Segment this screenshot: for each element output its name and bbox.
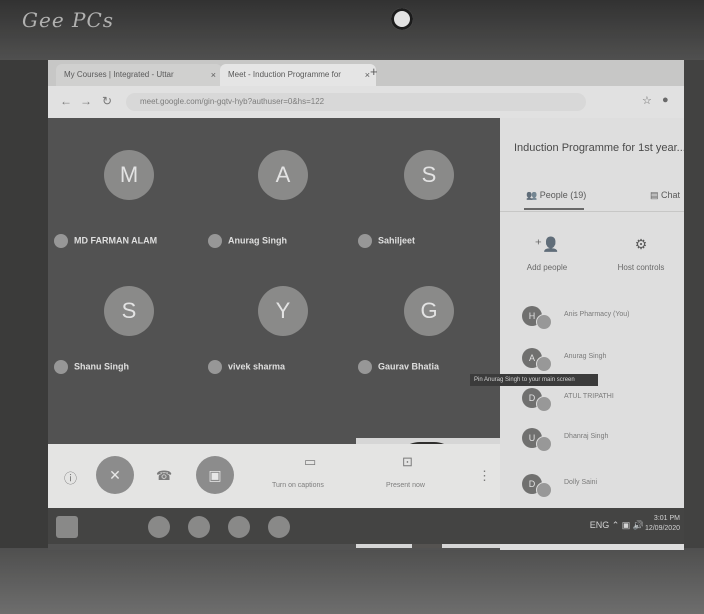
os-taskbar: ENG ⌃ ▣ 🔊 3:01 PM 12/09/2020 — [48, 508, 684, 544]
tab-label: My Courses | Integrated - Uttar — [64, 70, 174, 79]
participant-name: Sahiljeet — [378, 235, 416, 246]
taskbar-app-icon[interactable] — [228, 516, 250, 538]
mic-toggle-button[interactable]: ✕ — [96, 456, 134, 494]
avatar: Y — [258, 286, 308, 336]
participant-tile[interactable]: S Shanu Singh — [54, 286, 194, 396]
avatar: S — [404, 150, 454, 200]
people-list-item[interactable]: D Dolly Saini — [522, 474, 682, 500]
avatar: S — [104, 286, 154, 336]
browser-tab-meet[interactable]: Meet - Induction Programme for × — [220, 64, 376, 86]
new-tab-icon[interactable]: + — [370, 64, 378, 79]
add-person-icon: ⁺👤 — [534, 236, 560, 252]
participant-tile[interactable]: A Anurag Singh — [208, 150, 348, 260]
avatar: A — [258, 150, 308, 200]
system-clock[interactable]: 3:01 PM 12/09/2020 — [645, 514, 680, 534]
webcam-icon — [391, 8, 413, 30]
present-icon[interactable]: ⊡ — [402, 454, 413, 470]
more-options-icon[interactable]: ⋮ — [478, 468, 491, 484]
avatar: G — [404, 286, 454, 336]
browser-toolbar: ← → ↻ meet.google.com/gin-gqtv-hyb?authu… — [48, 86, 684, 118]
avatar: M — [104, 150, 154, 200]
url-bar[interactable]: meet.google.com/gin-gqtv-hyb?authuser=0&… — [126, 93, 586, 111]
meeting-details-icon[interactable]: ⓘ — [64, 468, 77, 487]
mic-off-icon — [358, 234, 372, 248]
participant-name: Anurag Singh — [228, 235, 287, 246]
bookmark-star-icon[interactable]: ☆ — [642, 94, 652, 107]
mic-off-icon — [54, 234, 68, 248]
active-tab-indicator — [524, 208, 584, 210]
participant-tile[interactable]: S Sahiljeet — [358, 150, 498, 260]
monitor-bezel-right — [684, 60, 704, 614]
add-people-button[interactable]: ⁺👤 Add people — [512, 236, 582, 272]
participant-name: vivek sharma — [228, 361, 286, 372]
close-icon[interactable]: × — [211, 64, 216, 86]
browser-tabstrip: My Courses | Integrated - Uttar × Meet -… — [48, 60, 684, 86]
system-tray[interactable]: ENG ⌃ ▣ 🔊 — [590, 520, 644, 531]
meeting-title: Induction Programme for 1st year... — [514, 142, 684, 154]
tab-chat[interactable]: ▤ Chat — [650, 190, 680, 201]
meet-call-controls: ⓘ ✕ ☎ ▣ ▭ Turn on captions ⊡ Present now… — [48, 444, 500, 508]
participant-name: Gaurav Bhatia — [378, 361, 440, 372]
taskbar-app-icon[interactable] — [148, 516, 170, 538]
participant-tile[interactable]: M MD FARMAN ALAM — [54, 150, 194, 260]
participant-name: Shanu Singh — [74, 361, 129, 372]
taskbar-app-icon[interactable] — [188, 516, 210, 538]
start-button-icon[interactable] — [56, 516, 78, 538]
mic-off-icon — [208, 234, 222, 248]
pin-tooltip: Pin Anurag Singh to your main screen — [470, 374, 598, 386]
browser-tab-courses[interactable]: My Courses | Integrated - Uttar × — [56, 64, 222, 86]
participant-tile[interactable]: Y vivek sharma — [208, 286, 348, 396]
captions-icon[interactable]: ▭ — [304, 454, 316, 470]
mic-off-icon — [54, 360, 68, 374]
profile-avatar-icon[interactable]: ● — [662, 94, 669, 106]
leave-call-icon[interactable]: ☎ — [156, 468, 172, 484]
screen: My Courses | Integrated - Uttar × Meet -… — [48, 60, 684, 550]
monitor-bezel-bottom — [0, 548, 704, 614]
reload-icon[interactable]: ↻ — [102, 94, 112, 108]
people-list-item[interactable]: A Anurag Singh — [522, 348, 682, 374]
chrome-taskbar-icon[interactable] — [268, 516, 290, 538]
meet-side-panel: Induction Programme for 1st year... 👥 Pe… — [500, 118, 684, 550]
camera-toggle-button[interactable]: ▣ — [196, 456, 234, 494]
host-controls-icon: ⚙ — [634, 236, 648, 252]
tab-people[interactable]: 👥 People (19) — [526, 190, 586, 201]
tab-label: Meet - Induction Programme for — [228, 70, 341, 79]
monitor-bezel-left — [0, 60, 48, 614]
monitor-brand: Gee PCs — [22, 8, 115, 32]
forward-icon[interactable]: → — [80, 94, 92, 108]
monitor-bezel-top: Gee PCs — [0, 0, 704, 60]
host-controls-button[interactable]: ⚙ Host controls — [606, 236, 676, 272]
people-list-item[interactable]: U Dhanraj Singh — [522, 428, 682, 454]
mic-off-icon — [208, 360, 222, 374]
participant-name: MD FARMAN ALAM — [74, 235, 158, 246]
people-list-item[interactable]: H Anis Pharmacy (You) — [522, 306, 682, 332]
captions-button-label[interactable]: Turn on captions — [272, 482, 324, 489]
mic-off-icon — [358, 360, 372, 374]
present-now-label[interactable]: Present now — [386, 482, 425, 489]
back-icon[interactable]: ← — [60, 94, 72, 108]
people-list-item[interactable]: D ATUL TRIPATHI — [522, 388, 682, 414]
